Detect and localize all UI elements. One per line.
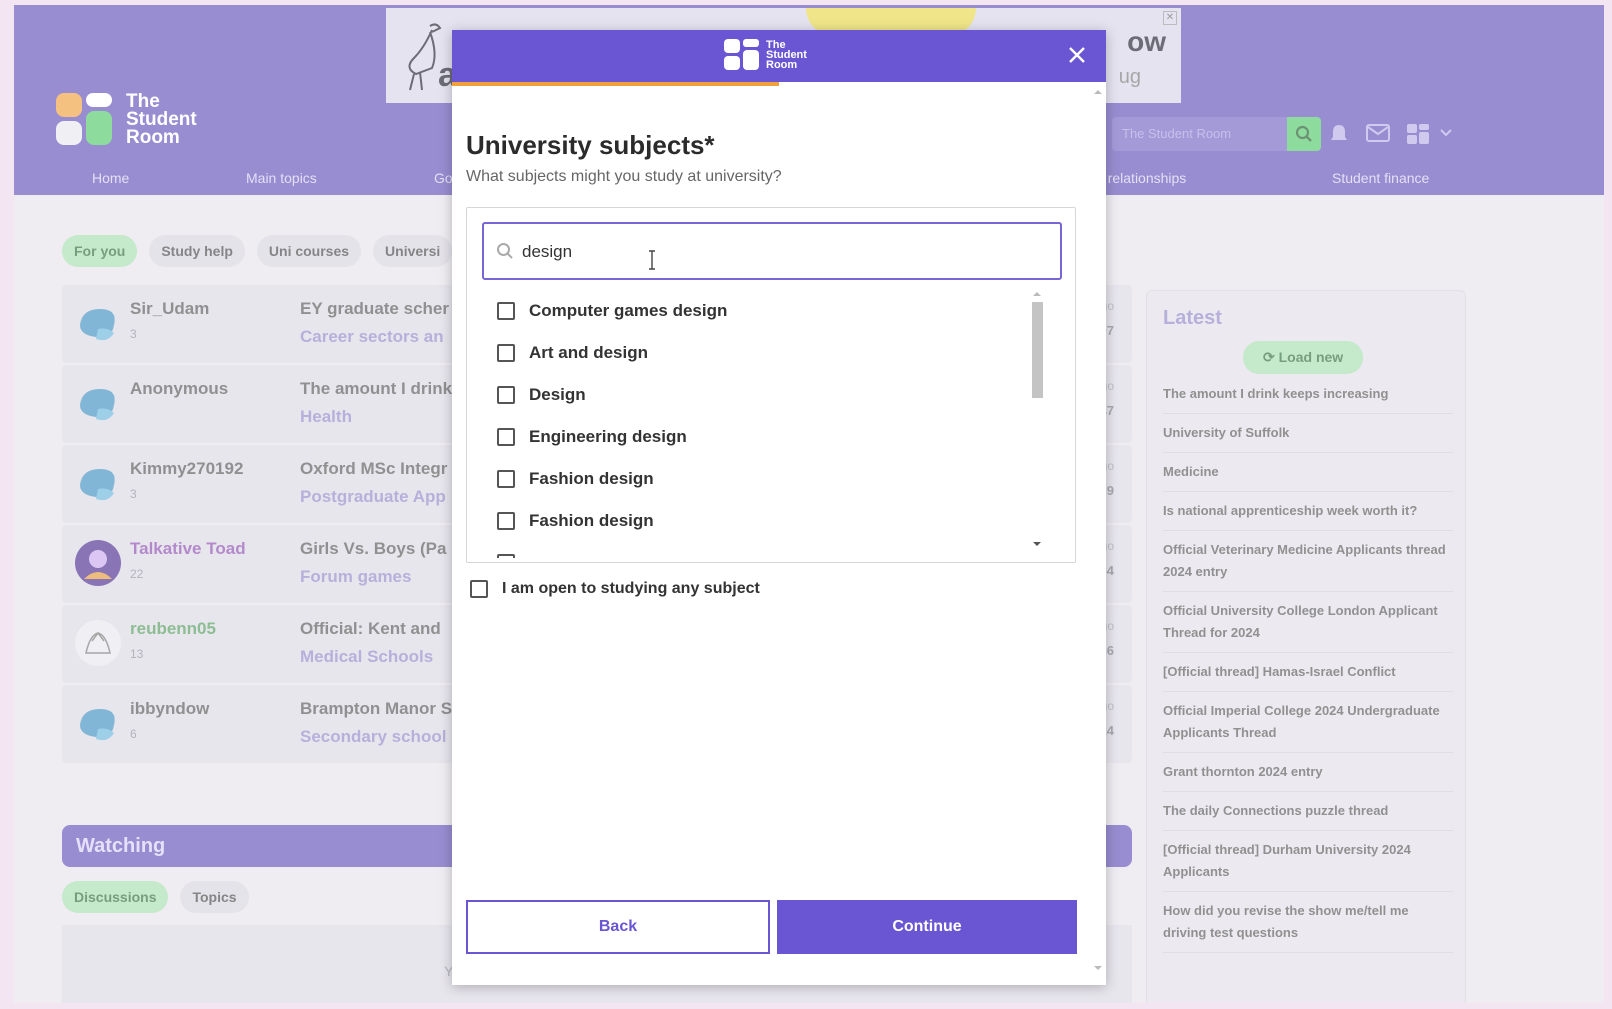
modal-subtitle: What subjects might you study at univers…	[466, 168, 782, 185]
subject-option-label: Art and design	[529, 343, 649, 362]
subject-option-partial[interactable]	[497, 542, 1017, 558]
scroll-thumb[interactable]	[1032, 302, 1043, 398]
modal-title: University subjects*	[466, 130, 715, 160]
checkbox[interactable]	[497, 302, 515, 320]
modal-header: The Student Room	[452, 30, 1106, 82]
subject-option-label: Engineering design	[529, 427, 687, 446]
subject-picker: design Computer games design Art and des…	[466, 207, 1076, 563]
modal-progress-bar	[452, 82, 779, 86]
search-icon	[497, 243, 513, 259]
modal-scrollbar[interactable]	[1090, 86, 1106, 985]
checkbox[interactable]	[497, 554, 515, 558]
subject-option[interactable]: Art and design	[497, 332, 1017, 374]
subject-option-label: Computer games design	[529, 301, 728, 320]
options-scrollbar[interactable]	[1029, 288, 1043, 552]
subject-option-label: Fashion design	[529, 511, 654, 530]
logo-mark-icon	[724, 39, 759, 70]
subject-search-value: design	[522, 242, 573, 261]
checkbox[interactable]	[497, 428, 515, 446]
subject-option[interactable]: Engineering design	[497, 416, 1017, 458]
subject-options: Computer games design Art and design Des…	[497, 290, 1017, 558]
checkbox[interactable]	[497, 386, 515, 404]
subject-option-label: Design	[529, 385, 586, 404]
modal-logo: The Student Room	[724, 39, 807, 71]
checkbox[interactable]	[497, 344, 515, 362]
subject-option[interactable]: Design	[497, 374, 1017, 416]
back-button[interactable]: Back	[466, 900, 770, 954]
continue-button[interactable]: Continue	[777, 900, 1077, 954]
checkbox[interactable]	[497, 470, 515, 488]
subjects-modal: The Student Room University subjects* Wh…	[452, 30, 1106, 985]
modal-logo-line3: Room	[766, 59, 798, 71]
text-cursor-icon	[649, 250, 655, 270]
subject-option[interactable]: Fashion design	[497, 500, 1017, 542]
subject-option[interactable]: Fashion design	[497, 458, 1017, 500]
checkbox[interactable]	[470, 580, 488, 598]
subject-option[interactable]: Computer games design	[497, 290, 1017, 332]
subject-option-label: Fashion design	[529, 469, 654, 488]
checkbox[interactable]	[497, 512, 515, 530]
close-icon[interactable]	[1066, 44, 1088, 66]
subject-search-input[interactable]: design	[482, 222, 1062, 280]
open-any-subject-option[interactable]: I am open to studying any subject	[470, 580, 760, 598]
open-any-subject-label: I am open to studying any subject	[502, 580, 760, 597]
